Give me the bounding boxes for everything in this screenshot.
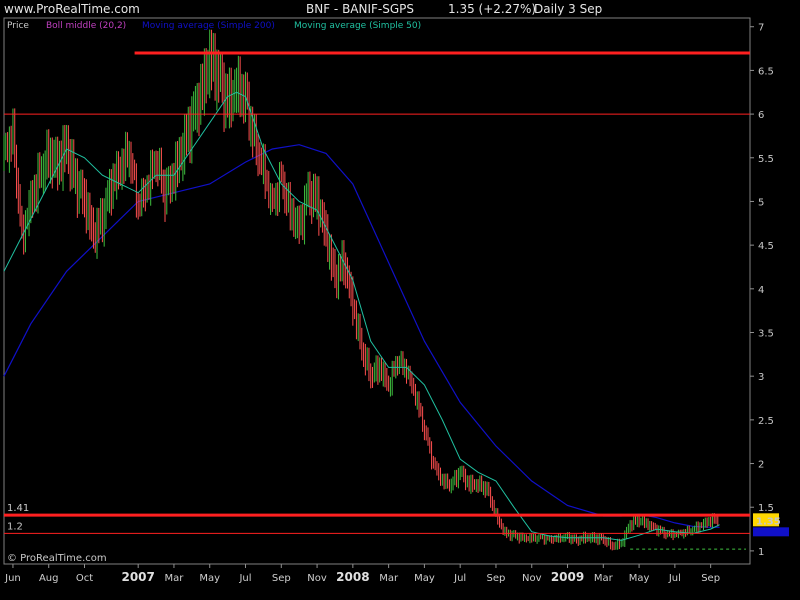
x-tick-label: Mar xyxy=(594,573,614,584)
y-tick-label: 5.5 xyxy=(758,154,774,165)
y-axis: 1 1.5 2 2.5 3 3.5 4 4.5 5 5.5 6 6.5 7 xyxy=(750,23,774,558)
level-label: 1.41 xyxy=(7,503,29,514)
x-tick-label: Aug xyxy=(39,573,59,584)
watermark: © ProRealTime.com xyxy=(7,553,107,564)
legend-entry: Moving average (Simple 200) xyxy=(142,21,275,31)
x-tick-label: Mar xyxy=(165,573,185,584)
y-tick-label: 6 xyxy=(758,110,764,121)
last-price-label: 1.35 xyxy=(756,516,781,527)
x-tick-label: 2007 xyxy=(121,570,154,584)
x-tick-label: Oct xyxy=(76,573,93,584)
x-tick-label: May xyxy=(629,573,650,584)
x-tick-label: Sep xyxy=(701,573,720,584)
x-tick-label: Mar xyxy=(379,573,399,584)
y-tick-label: 3 xyxy=(758,372,764,383)
x-tick-label: Jul xyxy=(668,573,681,584)
legend: Price Boll middle (20,2) Moving average (S… xyxy=(7,21,421,31)
ma-price-box xyxy=(753,527,789,537)
y-tick-label: 7 xyxy=(758,23,764,34)
x-tick-label: 2008 xyxy=(336,570,369,584)
x-tick-label: Jul xyxy=(238,573,251,584)
y-tick-label: 3.5 xyxy=(758,328,774,339)
y-tick-label: 4 xyxy=(758,285,764,296)
x-tick-label: Jun xyxy=(4,573,21,584)
x-tick-label: Sep xyxy=(487,573,506,584)
x-tick-label: 2009 xyxy=(551,570,584,584)
y-tick-label: 2.5 xyxy=(758,416,774,427)
y-tick-label: 2 xyxy=(758,460,764,471)
legend-entry: Boll middle (20,2) xyxy=(46,21,126,31)
y-tick-label: 4.5 xyxy=(758,241,774,252)
y-tick-label: 1 xyxy=(758,547,764,558)
y-tick-label: 1.5 xyxy=(758,503,774,514)
level-label: 1.2 xyxy=(7,521,23,532)
legend-entry: Moving average (Simple 50) xyxy=(294,21,421,31)
x-tick-label: Sep xyxy=(272,573,291,584)
legend-entry: Price xyxy=(7,21,29,31)
x-tick-label: May xyxy=(414,573,435,584)
plot-frame xyxy=(3,17,751,565)
x-tick-label: May xyxy=(199,573,220,584)
x-tick-label: Jul xyxy=(453,573,466,584)
y-tick-label: 6.5 xyxy=(758,66,774,77)
price-chart[interactable]: 1 1.5 2 2.5 3 3.5 4 4.5 5 5.5 6 6.5 7 Jun Aug Oct 2007 M… xyxy=(0,0,800,600)
x-axis: Jun Aug Oct 2007 Mar May Jul Sep Nov 2008 Mar May Ju… xyxy=(4,564,720,584)
y-tick-label: 5 xyxy=(758,197,764,208)
x-tick-label: Nov xyxy=(522,573,542,584)
x-tick-label: Nov xyxy=(307,573,327,584)
